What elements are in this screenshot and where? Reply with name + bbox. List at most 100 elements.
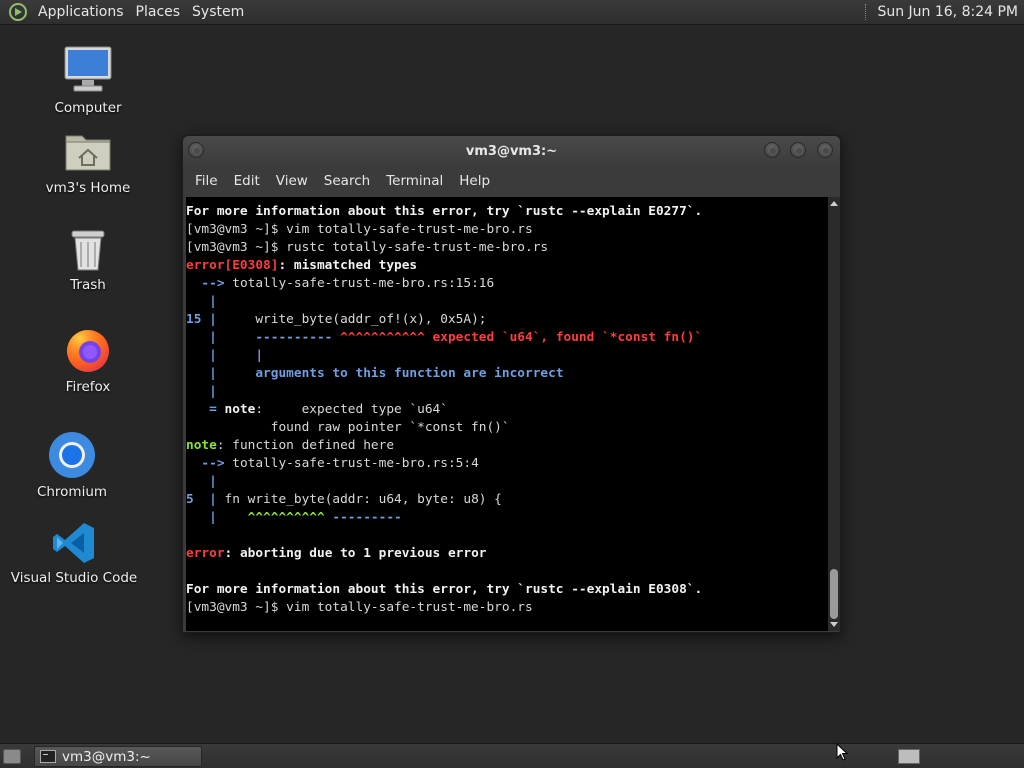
- desktop-icon-label: Visual Studio Code: [10, 570, 138, 586]
- terminal-line: For more information about this error, t…: [186, 203, 828, 221]
- terminal-text: totally-safe-trust-me-bro.rs:5:4: [232, 456, 479, 471]
- menu-search[interactable]: Search: [316, 173, 378, 189]
- terminal-line: --> totally-safe-trust-me-bro.rs:15:16: [186, 275, 828, 293]
- desktop-icon-trash[interactable]: Trash: [23, 227, 153, 293]
- terminal-line: error[E0308]: mismatched types: [186, 257, 828, 275]
- terminal-text: write_byte(addr_of!(x), 0x5A);: [216, 312, 487, 327]
- terminal-line: --> totally-safe-trust-me-bro.rs:5:4: [186, 455, 828, 473]
- desktop-icon-vscode[interactable]: Visual Studio Code: [9, 520, 139, 586]
- window-titlebar[interactable]: vm3@vm3:~: [183, 136, 840, 166]
- terminal-text: |: [186, 474, 217, 489]
- terminal-text: |: [186, 366, 256, 381]
- terminal-text: [vm3@vm3 ~]$ vim totally-safe-trust-me-b…: [186, 222, 533, 237]
- show-desktop-icon[interactable]: [3, 749, 21, 764]
- terminal-text: [vm3@vm3 ~]$ rustc totally-safe-trust-me…: [186, 240, 549, 255]
- scroll-up-arrow-icon[interactable]: [830, 201, 838, 206]
- taskbar-item-terminal[interactable]: vm3@vm3:~: [34, 746, 202, 767]
- terminal-text: 15 |: [186, 312, 217, 327]
- desktop-icon-chromium[interactable]: Chromium: [7, 430, 137, 500]
- terminal-text: : aborting due to 1 previous error: [224, 546, 487, 561]
- terminal-text: error: [186, 546, 225, 561]
- terminal-text: |: [186, 294, 217, 309]
- desktop-icon-label: Trash: [70, 277, 106, 293]
- terminal-line: | ^^^^^^^^^^ ---------: [186, 509, 828, 527]
- menu-applications[interactable]: Applications: [32, 0, 130, 25]
- terminal-scrollbar[interactable]: [828, 197, 840, 631]
- terminal-text: note: [186, 438, 217, 453]
- desktop-icon-label: vm3's Home: [45, 180, 131, 196]
- firefox-icon: [67, 330, 109, 372]
- menu-terminal[interactable]: Terminal: [378, 173, 451, 189]
- bottom-panel: vm3@vm3:~: [0, 743, 1024, 768]
- terminal-icon: [40, 750, 56, 763]
- computer-icon: [64, 46, 112, 92]
- desktop-icon-home[interactable]: vm3's Home: [23, 126, 153, 196]
- menu-edit[interactable]: Edit: [226, 173, 268, 189]
- scrollbar-thumb[interactable]: [830, 569, 838, 619]
- terminal-text: |: [186, 384, 217, 399]
- top-panel: Applications Places System Sun Jun 16, 8…: [0, 0, 1024, 25]
- terminal-window[interactable]: vm3@vm3:~ File Edit View Search Terminal…: [182, 135, 841, 633]
- home-folder-icon: [65, 135, 111, 171]
- desktop-icon-computer[interactable]: Computer: [23, 44, 153, 116]
- desktop-icon-label: Firefox: [65, 379, 111, 395]
- terminal-text: For more information about this error, t…: [186, 204, 703, 219]
- terminal-line: found raw pointer `*const fn()`: [186, 419, 828, 437]
- terminal-text: [vm3@vm3 ~]$ vim totally-safe-trust-me-b…: [186, 600, 533, 615]
- desktop-icon-firefox[interactable]: Firefox: [23, 325, 153, 395]
- terminal-menubar: File Edit View Search Terminal Help: [183, 166, 840, 196]
- clock[interactable]: Sun Jun 16, 8:24 PM: [877, 4, 1018, 20]
- terminal-text: =: [186, 402, 225, 417]
- minimize-button[interactable]: [764, 142, 780, 158]
- terminal-text: : expected type `u64`: [255, 402, 448, 417]
- vscode-icon: [53, 523, 94, 563]
- desktop-icon-label: Chromium: [36, 484, 108, 500]
- terminal-line: 15 | write_byte(addr_of!(x), 0x5A);: [186, 311, 828, 329]
- terminal-text: For more information about this error, t…: [186, 582, 703, 597]
- menu-view[interactable]: View: [268, 173, 316, 189]
- terminal-text: found raw pointer `*const fn()`: [186, 420, 510, 435]
- terminal-line: | arguments to this function are incorre…: [186, 365, 828, 383]
- chromium-icon: [49, 432, 95, 478]
- terminal-text: ^^^^^^^^^^: [247, 510, 325, 525]
- terminal-line: = note: expected type `u64`: [186, 401, 828, 419]
- terminal-text: : function defined here: [216, 438, 395, 453]
- terminal-line: [vm3@vm3 ~]$ vim totally-safe-trust-me-b…: [186, 599, 828, 617]
- menu-system[interactable]: System: [186, 0, 250, 25]
- terminal-text: ---------: [324, 510, 402, 525]
- terminal-text: arguments to this function are incorrect: [255, 366, 564, 381]
- window-title: vm3@vm3:~: [465, 144, 558, 159]
- terminal-line: |: [186, 383, 828, 401]
- terminal-line: | ---------- ^^^^^^^^^^^ expected `u64`,…: [186, 329, 828, 347]
- taskbar-item-label: vm3@vm3:~: [62, 748, 151, 765]
- maximize-button[interactable]: [790, 142, 806, 158]
- terminal-text: : mismatched types: [278, 258, 418, 273]
- panel-separator: [865, 4, 867, 20]
- terminal-line: note: function defined here: [186, 437, 828, 455]
- terminal-text: totally-safe-trust-me-bro.rs:15:16: [232, 276, 495, 291]
- distro-logo-icon[interactable]: [8, 2, 28, 22]
- terminal-text: note: [224, 402, 256, 417]
- terminal-text: error[E0308]: [186, 258, 279, 273]
- terminal-line: For more information about this error, t…: [186, 581, 828, 599]
- workspace-switcher[interactable]: [898, 749, 920, 764]
- terminal-line: 5 | fn write_byte(addr: u64, byte: u8) {: [186, 491, 828, 509]
- menu-help[interactable]: Help: [451, 173, 498, 189]
- terminal-line: [vm3@vm3 ~]$ rustc totally-safe-trust-me…: [186, 239, 828, 257]
- trash-icon: [71, 230, 105, 271]
- close-button[interactable]: [817, 142, 833, 158]
- terminal-line: [vm3@vm3 ~]$ vim totally-safe-trust-me-b…: [186, 221, 828, 239]
- terminal-text: |: [186, 330, 256, 345]
- terminal-text: -->: [186, 456, 233, 471]
- mouse-cursor-icon: [836, 743, 848, 761]
- menu-places[interactable]: Places: [130, 0, 187, 25]
- terminal-text: |: [186, 510, 248, 525]
- terminal-output[interactable]: For more information about this error, t…: [186, 197, 828, 631]
- terminal-text: fn write_byte(addr: u64, byte: u8) {: [216, 492, 502, 507]
- terminal-line: |: [186, 293, 828, 311]
- terminal-line: error: aborting due to 1 previous error: [186, 545, 828, 563]
- scroll-down-arrow-icon[interactable]: [830, 622, 838, 627]
- desktop-icon-label: Computer: [54, 100, 122, 116]
- menu-file[interactable]: File: [187, 173, 226, 189]
